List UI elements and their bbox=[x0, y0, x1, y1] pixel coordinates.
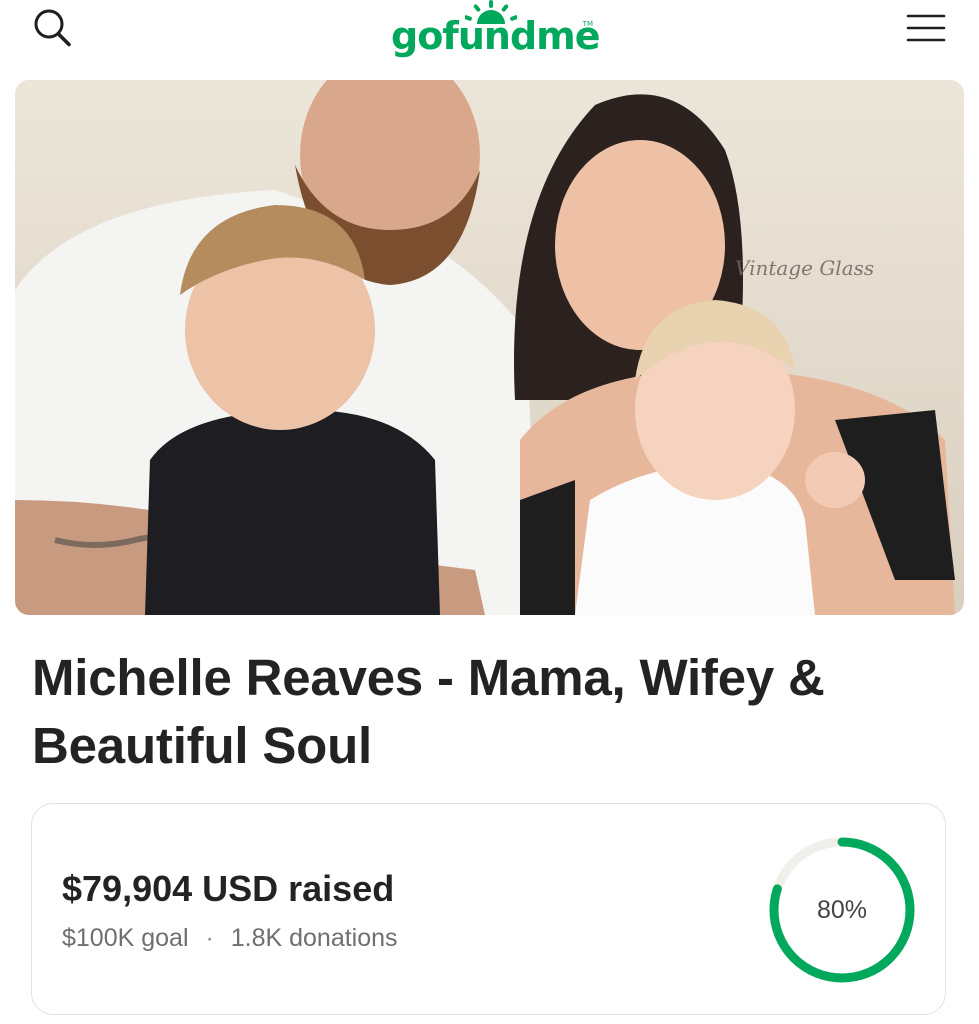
campaign-title: Michelle Reaves - Mama, Wifey & Beautifu… bbox=[32, 649, 825, 774]
search-button[interactable] bbox=[26, 4, 78, 50]
family-photo bbox=[15, 80, 964, 615]
logo-wordmark: gofundme bbox=[391, 14, 601, 58]
progress-percent: 80% bbox=[816, 896, 868, 924]
campaign-hero-image[interactable]: Vintage Glass bbox=[15, 80, 964, 615]
donation-progress-card: $79,904 USD raised $100K goal · 1.8K don… bbox=[31, 803, 946, 1015]
progress-ring: 80% bbox=[766, 834, 918, 986]
hamburger-menu-icon bbox=[906, 14, 946, 42]
amount-raised: $79,904 USD raised bbox=[62, 868, 395, 909]
menu-button[interactable] bbox=[904, 10, 948, 46]
gofundme-logo[interactable]: gofundme TM bbox=[385, 0, 601, 66]
logo-trademark: TM bbox=[582, 20, 593, 28]
goal-amount: $100K goal bbox=[62, 924, 189, 952]
goal-and-donations: $100K goal · 1.8K donations bbox=[62, 924, 398, 953]
photo-watermark: Vintage Glass bbox=[735, 256, 875, 280]
search-icon bbox=[34, 9, 71, 47]
donation-count: 1.8K donations bbox=[230, 924, 398, 952]
top-bar: gofundme TM bbox=[0, 0, 979, 72]
separator-dot: · bbox=[205, 924, 214, 952]
